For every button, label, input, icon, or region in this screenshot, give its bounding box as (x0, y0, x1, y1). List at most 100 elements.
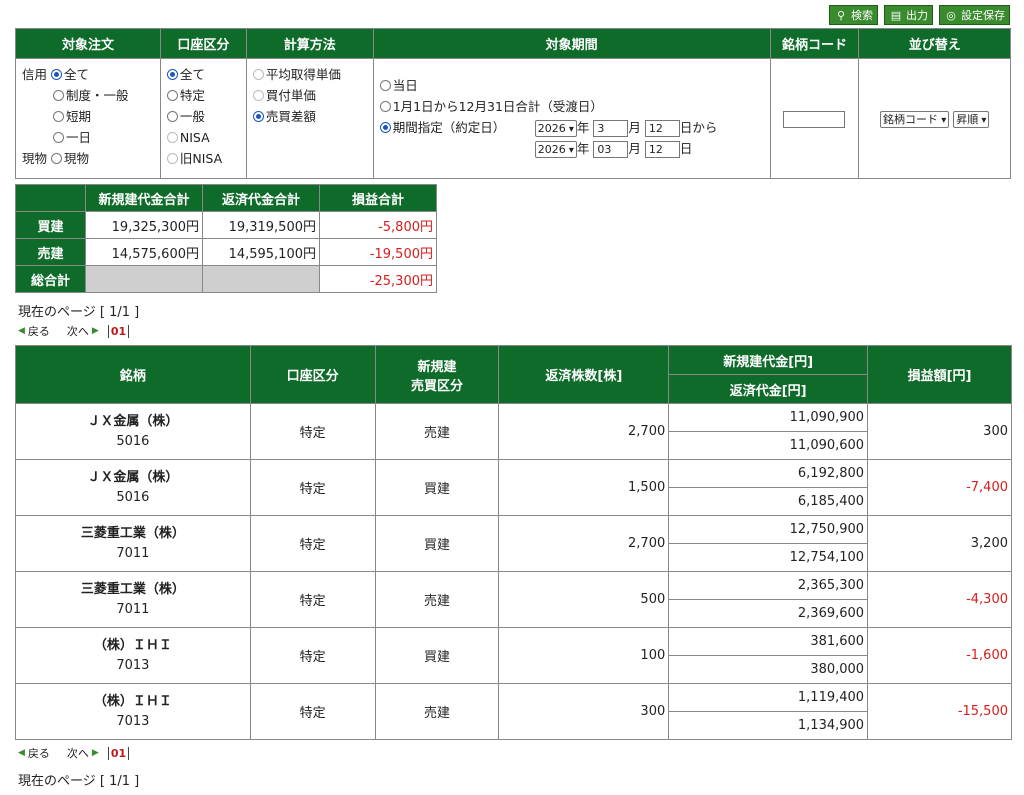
account-old-nisa-radio[interactable] (166, 153, 178, 164)
side-cell: 売建 (374, 571, 500, 628)
filter-table: 対象注文 口座区分 計算方法 対象期間 銘柄コード 並び替え 信用 全て 制度・… (15, 28, 1011, 179)
side-cell: 売建 (374, 683, 500, 740)
col-account: 口座区分 (249, 345, 376, 404)
col-close-amount: 返済代金[円] (668, 374, 869, 404)
side-cell: 買建 (374, 515, 500, 572)
order-short-term-radio[interactable] (53, 111, 64, 122)
side-cell: 買建 (374, 627, 500, 684)
account-cell: 特定 (249, 403, 376, 460)
period-year-radio[interactable] (379, 101, 391, 112)
account-cell: 特定 (249, 459, 376, 516)
next-link[interactable]: 次へ (67, 745, 89, 761)
summary-total-pl: -25,300円 (319, 265, 437, 293)
search-button[interactable]: ⚲ 検索 (829, 5, 878, 25)
prev-link[interactable]: 戻る (28, 745, 50, 761)
target-period-cell: 当日 1月1日から12月31日合計（受渡日） 期間指定（約定日） 2026年 3… (372, 58, 771, 179)
summary-row-label: 総合計 (15, 265, 86, 293)
stock-name-cell: （株）ＩＨＩ 7013 (15, 627, 251, 684)
triangle-left-icon: ◀ (18, 748, 25, 758)
from-month-input[interactable]: 3 (593, 120, 629, 137)
order-one-day-radio[interactable] (53, 132, 64, 143)
table-row: （株）ＩＨＩ 7013 特定 買建 100 381,600 -1,600 (15, 627, 1012, 684)
account-all-radio[interactable] (166, 69, 178, 80)
magnifier-icon: ⚲ (836, 8, 846, 22)
triangle-right-icon: ▶ (91, 748, 99, 758)
close-amount-cell: 1,134,900 (668, 711, 869, 740)
table-row: ＪＸ金属（株） 5016 特定 売建 2,700 11,090,900 300 (15, 403, 1012, 460)
header-target-order: 対象注文 (15, 28, 161, 59)
period-today-radio[interactable] (379, 80, 391, 91)
account-cell: 特定 (249, 683, 376, 740)
period-custom-radio[interactable] (379, 122, 391, 133)
summary-header-pl: 損益合計 (319, 184, 437, 212)
account-specific-radio[interactable] (166, 90, 178, 101)
qty-cell: 500 (498, 571, 670, 628)
qty-cell: 2,700 (498, 515, 670, 572)
sort-cell: 銘柄コード 昇順 (858, 58, 1011, 179)
save-settings-button[interactable]: ◎ 設定保存 (939, 5, 1010, 25)
col-new-amount: 新規建代金[円] (668, 345, 869, 375)
stock-code-input[interactable] (783, 111, 846, 128)
next-link[interactable]: 次へ (67, 323, 89, 339)
sort-key-select[interactable]: 銘柄コード (880, 111, 950, 128)
order-spot-radio[interactable] (51, 153, 62, 164)
qty-cell: 100 (498, 627, 670, 684)
col-pl: 損益額[円] (867, 345, 1012, 404)
toolbar: ⚲ 検索 ▤ 出力 ◎ 設定保存 (829, 5, 1010, 25)
stock-name: 三菱重工業（株） (80, 525, 185, 541)
pl-cell: -15,500 (867, 683, 1012, 740)
account-general-radio[interactable] (166, 111, 178, 122)
qty-cell: 300 (498, 683, 670, 740)
stock-code: 5016 (116, 433, 150, 449)
summary-empty-cell (202, 265, 320, 293)
calc-purchase-radio[interactable] (252, 90, 264, 101)
header-account-type: 口座区分 (159, 28, 247, 59)
qty-cell: 1,500 (498, 459, 670, 516)
page-indicator: 現在のページ [ 1/1 ] (18, 774, 140, 789)
from-day-input[interactable]: 12 (644, 120, 680, 137)
to-month-input[interactable]: 03 (593, 141, 629, 158)
output-button[interactable]: ▤ 出力 (884, 5, 933, 25)
header-stock-code: 銘柄コード (769, 28, 860, 59)
order-all-radio[interactable] (51, 69, 62, 80)
stock-code: 7011 (116, 545, 150, 561)
account-cell: 特定 (249, 571, 376, 628)
stock-code: 5016 (116, 489, 150, 505)
stock-name-cell: ＪＸ金属（株） 5016 (15, 403, 251, 460)
order-standard-radio[interactable] (53, 90, 64, 101)
pl-cell: -4,300 (867, 571, 1012, 628)
summary-close-amount: 14,595,100円 (202, 238, 320, 266)
summary-new-amount: 19,325,300円 (85, 211, 203, 239)
sort-order-select[interactable]: 昇順 (953, 111, 990, 128)
stock-name-cell: 三菱重工業（株） 7011 (15, 571, 251, 628)
close-amount-cell: 2,369,600 (668, 599, 869, 628)
calc-average-radio[interactable] (252, 69, 264, 80)
summary-close-amount: 19,319,500円 (202, 211, 320, 239)
pl-cell: -1,600 (867, 627, 1012, 684)
new-amount-cell: 381,600 (668, 627, 869, 656)
stock-code: 7013 (116, 657, 150, 673)
stock-code: 7011 (116, 601, 150, 617)
account-nisa-radio[interactable] (166, 132, 178, 143)
summary-pl: -19,500円 (319, 238, 437, 266)
summary-header-close: 返済代金合計 (202, 184, 320, 212)
col-stock-name: 銘柄 (15, 345, 251, 404)
account-cell: 特定 (249, 515, 376, 572)
new-amount-cell: 12,750,900 (668, 515, 869, 544)
to-year-select[interactable]: 2026 (534, 141, 577, 158)
from-year-select[interactable]: 2026 (534, 120, 577, 137)
calc-difference-radio[interactable] (252, 111, 264, 122)
page-number-link[interactable]: 01 (107, 324, 130, 338)
pl-cell: 3,200 (867, 515, 1012, 572)
stock-code: 7013 (116, 713, 150, 729)
close-amount-cell: 6,185,400 (668, 487, 869, 516)
settings-circle-icon: ◎ (946, 8, 956, 22)
page-number-link[interactable]: 01 (107, 746, 130, 760)
summary-table: 新規建代金合計 返済代金合計 損益合計 買建 19,325,300円 19,31… (15, 184, 437, 293)
prev-link[interactable]: 戻る (28, 323, 50, 339)
close-amount-cell: 380,000 (668, 655, 869, 684)
table-row: 三菱重工業（株） 7011 特定 買建 2,700 12,750,900 3,200 (15, 515, 1012, 572)
col-qty: 返済株数[株] (498, 345, 670, 404)
to-day-input[interactable]: 12 (644, 141, 680, 158)
new-amount-cell: 6,192,800 (668, 459, 869, 488)
